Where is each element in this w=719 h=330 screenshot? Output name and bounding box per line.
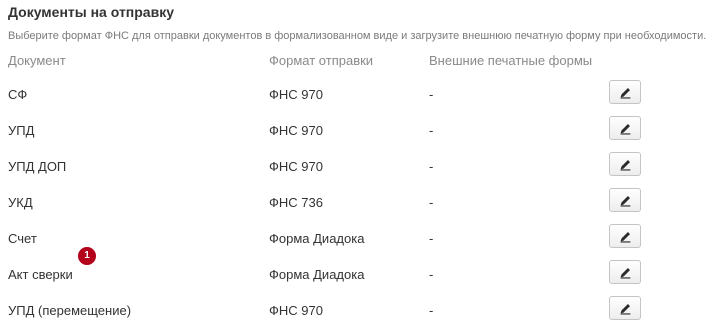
table-row: СФ ФНС 970 -: [0, 78, 719, 114]
pencil-icon: [620, 267, 630, 279]
notification-badge: 1: [78, 247, 96, 265]
pencil-icon: [620, 159, 630, 171]
edit-button[interactable]: [609, 80, 641, 104]
edit-button[interactable]: [609, 116, 641, 140]
print-form-value: -: [429, 123, 434, 138]
print-form-value: -: [429, 303, 434, 318]
send-format[interactable]: Форма Диадока: [269, 231, 364, 246]
edit-button[interactable]: [609, 152, 641, 176]
document-name: УКД: [8, 195, 33, 210]
print-form-value: -: [429, 195, 434, 210]
pencil-icon: [620, 231, 630, 243]
send-format[interactable]: ФНС 970: [269, 123, 323, 138]
table-row: Счет Форма Диадока -: [0, 222, 719, 258]
edit-button[interactable]: [609, 188, 641, 212]
column-header-format: Формат отправки: [269, 53, 374, 68]
edit-button[interactable]: [609, 260, 641, 284]
document-name: УПД: [8, 123, 35, 138]
section-subtitle: Выберите формат ФНС для отправки докумен…: [8, 30, 707, 42]
pencil-icon: [620, 123, 630, 135]
send-format[interactable]: ФНС 970: [269, 87, 323, 102]
pencil-icon: [620, 87, 630, 99]
document-name: УПД ДОП: [8, 159, 67, 174]
document-name: Счет: [8, 231, 37, 246]
column-header-document: Документ: [8, 53, 66, 68]
document-name: СФ: [8, 87, 28, 102]
print-form-value: -: [429, 87, 434, 102]
pencil-icon: [620, 303, 630, 315]
document-name: УПД (перемещение): [8, 303, 132, 318]
edit-button[interactable]: [609, 224, 641, 248]
send-format[interactable]: ФНС 970: [269, 303, 323, 318]
send-format[interactable]: ФНС 970: [269, 159, 323, 174]
table-row: УПД ФНС 970 -: [0, 114, 719, 150]
column-header-print-forms: Внешние печатные формы: [429, 53, 593, 68]
print-form-value: -: [429, 159, 434, 174]
print-form-value: -: [429, 231, 434, 246]
edit-button[interactable]: [609, 296, 641, 320]
table-row: УКД ФНС 736 -: [0, 186, 719, 222]
table-row: УПД ДОП ФНС 970 -: [0, 150, 719, 186]
table-row: УПД (перемещение) ФНС 970 -: [0, 294, 719, 330]
document-name: Акт сверки: [8, 267, 73, 282]
send-format[interactable]: Форма Диадока: [269, 267, 364, 282]
pencil-icon: [620, 195, 630, 207]
print-form-value: -: [429, 267, 434, 282]
section-title: Документы на отправку: [8, 4, 174, 20]
table-row: Акт сверки 1 Форма Диадока -: [0, 247, 719, 294]
send-format[interactable]: ФНС 736: [269, 195, 323, 210]
